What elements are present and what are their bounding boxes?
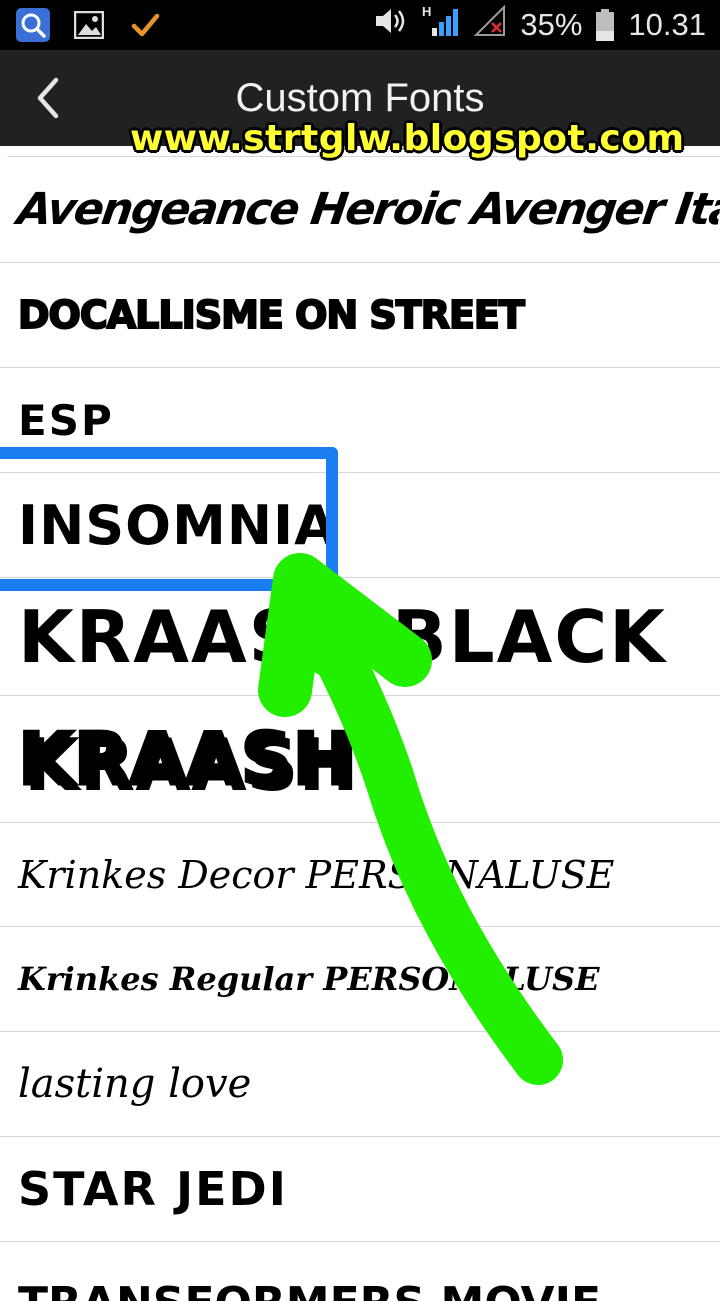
font-item-label: KRAASH	[17, 716, 355, 803]
font-item-label: Krinkes Decor PERSONALUSE	[18, 852, 615, 897]
volume-icon	[374, 6, 408, 44]
font-item-kraash[interactable]: KRAASH	[0, 695, 720, 822]
font-item-lasting-love[interactable]: lasting love	[0, 1031, 720, 1136]
battery-icon	[596, 9, 615, 41]
clock: 10.31	[628, 7, 706, 42]
font-item-label: DOCALLISME ON STREET	[17, 292, 526, 338]
font-item-label: TRANSFORMERS MOVIE	[18, 1278, 601, 1301]
font-item-label: KRAASH BLACK	[18, 594, 667, 679]
font-item-label: ESP	[18, 395, 114, 445]
page-title: Custom Fonts	[235, 76, 485, 120]
font-item-kraash-black[interactable]: KRAASH BLACK	[0, 577, 720, 695]
font-item-label: lasting love	[18, 1061, 252, 1107]
no-signal-icon	[473, 4, 506, 45]
font-item-transformers[interactable]: TRANSFORMERS MOVIE	[0, 1241, 720, 1301]
font-item-docallisme[interactable]: DOCALLISME ON STREET	[0, 262, 720, 367]
check-icon	[128, 8, 162, 42]
font-item-krinkes-decor[interactable]: Krinkes Decor PERSONALUSE	[0, 822, 720, 926]
font-item-star-jedi[interactable]: STAR JEDI	[0, 1136, 720, 1241]
highlight-box	[0, 447, 338, 591]
font-item-label: STAR JEDI	[18, 1162, 288, 1216]
search-icon	[16, 8, 50, 42]
font-item-label: Avengeance Heroic Avenger Italic	[14, 184, 720, 235]
font-list: Avengeance Heroic Avenger Italic DOCALLI…	[0, 156, 720, 1301]
image-icon	[72, 8, 106, 42]
status-bar: H 35% 10.31	[0, 0, 720, 50]
svg-text:H: H	[422, 4, 431, 19]
signal-h-icon: H	[422, 4, 460, 46]
font-item-krinkes-regular[interactable]: Krinkes Regular PERSONALUSE	[0, 926, 720, 1031]
battery-percent: 35%	[520, 7, 583, 42]
font-item-avengeance[interactable]: Avengeance Heroic Avenger Italic	[0, 156, 720, 262]
watermark-text: www.strtglw.blogspot.com	[130, 118, 685, 159]
font-item-label: Krinkes Regular PERSONALUSE	[18, 960, 600, 998]
